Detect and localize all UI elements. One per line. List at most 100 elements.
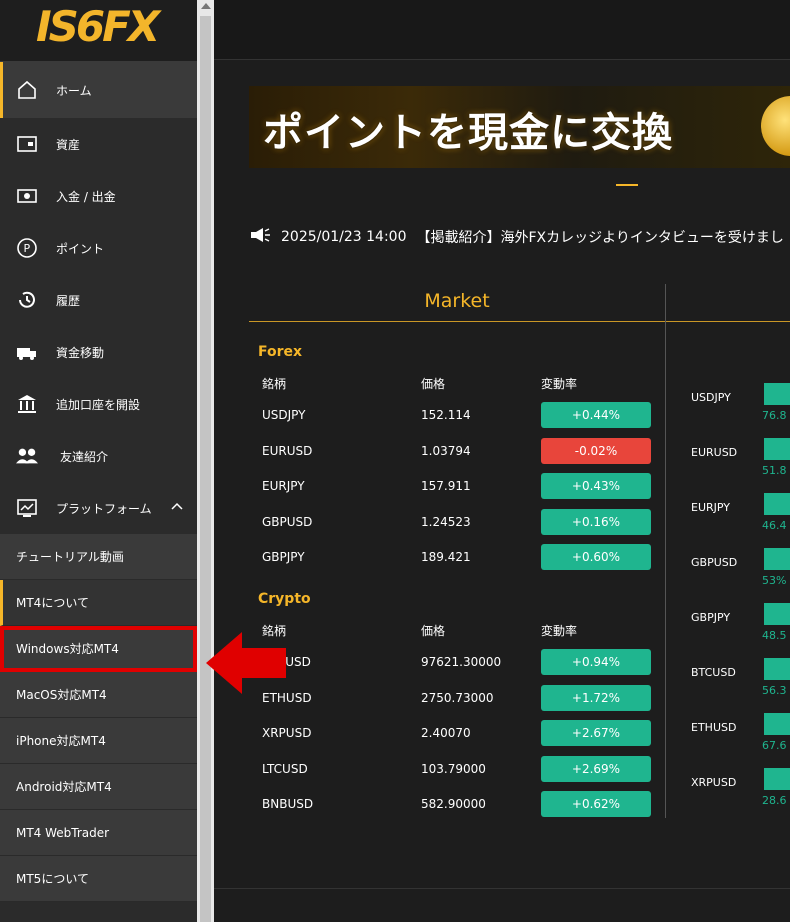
sentiment-bar	[764, 713, 790, 735]
sidebar-item-platform[interactable]: プラットフォーム	[0, 482, 197, 534]
forex-title: Forex	[258, 344, 303, 360]
sentiment-percent: 51.8	[762, 464, 787, 477]
row-symbol: GBPUSD	[262, 514, 313, 529]
sentiment-bar	[764, 548, 790, 570]
sidebar-item-label: 資金移動	[56, 345, 105, 360]
sentiment-symbol: XRPUSD	[691, 776, 737, 789]
news-ticker[interactable]: 2025/01/23 14:00 【掲載紹介】海外FXカレッジよりインタビューを…	[249, 226, 784, 248]
sentiment-symbol: GBPJPY	[691, 611, 731, 624]
banner-slider-indicator[interactable]	[616, 184, 638, 186]
news-text[interactable]: 【掲載紹介】海外FXカレッジよりインタビューを受けまし	[417, 227, 784, 247]
sentiment-percent: 53%	[762, 574, 787, 587]
market-title: Market	[424, 290, 490, 312]
history-icon	[16, 289, 38, 311]
top-bar	[214, 0, 790, 60]
crypto-title: Crypto	[258, 591, 311, 607]
row-price: 1.03794	[421, 443, 471, 458]
sidebar-item-label: ホーム	[56, 83, 92, 98]
sidebar-item-assets[interactable]: 資産	[0, 118, 197, 170]
megaphone-icon	[249, 226, 271, 248]
row-price: 103.79000	[421, 761, 486, 776]
sidebar-subitem-android-mt4[interactable]: Android対応MT4	[0, 764, 197, 810]
row-price: 152.114	[421, 408, 471, 422]
sidebar-item-transfer[interactable]: 資金移動	[0, 326, 197, 378]
friends-icon	[16, 445, 38, 467]
sidebar-subitem-windows-mt4[interactable]: Windows対応MT4	[0, 626, 197, 672]
logo[interactable]: IS6FX	[36, 2, 160, 51]
column-divider	[665, 284, 666, 818]
sidebar-item-open-account[interactable]: 追加口座を開設	[0, 378, 197, 430]
sidebar-item-label: 履歴	[56, 293, 81, 308]
sentiment-bar	[764, 493, 790, 515]
change-badge: +0.16%	[541, 508, 651, 535]
sidebar-subitem-mt4-webtrader[interactable]: MT4 WebTrader	[0, 810, 197, 856]
sentiment-percent: 76.8	[762, 409, 787, 422]
home-icon	[16, 79, 38, 101]
chart-icon	[16, 497, 38, 519]
col-header-price: 価格	[421, 377, 446, 391]
sentiment-bar	[764, 658, 790, 680]
news-date: 2025/01/23 14:00	[281, 229, 407, 245]
sidebar-item-label: 友達紹介	[60, 449, 109, 464]
col-header-change: 変動率	[541, 377, 578, 391]
sidebar-item-deposit-withdraw[interactable]: 入金 / 出金	[0, 170, 197, 222]
row-symbol: GBPJPY	[262, 550, 305, 564]
row-price: 1.24523	[421, 514, 471, 529]
sidebar-subitem-about-mt5[interactable]: MT5について	[0, 856, 197, 902]
scroll-up-arrow-icon[interactable]	[201, 3, 211, 9]
money-icon	[16, 185, 38, 207]
row-price: 157.911	[421, 479, 471, 493]
sidebar-subitem-macos-mt4[interactable]: MacOS対応MT4	[0, 672, 197, 718]
change-badge: +0.44%	[541, 402, 651, 428]
wallet-icon	[16, 133, 38, 155]
row-symbol: BNBUSD	[262, 797, 314, 811]
sentiment-percent: 56.3	[762, 684, 787, 697]
row-price: 582.90000	[421, 797, 486, 811]
sidebar-subitem-tutorial[interactable]: チュートリアル動画	[0, 534, 197, 580]
sidebar-scrollbar[interactable]	[197, 0, 214, 922]
scrollbar-thumb[interactable]	[200, 16, 211, 922]
sentiment-symbol: GBPUSD	[691, 556, 738, 569]
row-symbol: XRPUSD	[262, 726, 312, 740]
red-arrow-annotation	[206, 632, 286, 694]
sidebar-item-label: 入金 / 出金	[56, 189, 116, 204]
change-badge: +2.67%	[541, 720, 651, 746]
row-symbol: EURUSD	[262, 443, 313, 458]
sentiment-symbol: ETHUSD	[691, 721, 737, 734]
sentiment-bar	[764, 603, 790, 625]
sidebar-subitem-iphone-mt4[interactable]: iPhone対応MT4	[0, 718, 197, 764]
sidebar-subitem-about-mt4[interactable]: MT4について	[0, 580, 197, 626]
row-symbol: USDJPY	[262, 408, 306, 422]
sentiment-symbol: USDJPY	[691, 391, 731, 404]
col-header-change: 変動率	[541, 624, 578, 638]
change-badge: +2.69%	[541, 755, 651, 782]
sidebar-item-label: 追加口座を開設	[56, 397, 141, 412]
sidebar-item-points[interactable]: P ポイント	[0, 222, 197, 274]
sidebar-item-label: ポイント	[56, 241, 105, 256]
coin-icon	[761, 96, 790, 156]
bank-icon	[16, 393, 38, 415]
col-header-symbol: 銘柄	[262, 377, 287, 391]
sidebar-item-label: 資産	[56, 137, 81, 152]
change-badge: +0.43%	[541, 473, 651, 499]
row-symbol: LTCUSD	[262, 761, 308, 776]
change-badge: +1.72%	[541, 684, 651, 711]
sentiment-symbol: EURUSD	[691, 446, 738, 459]
main-content: ポイントを現金に交換 2025/01/23 14:00 【掲載紹介】海外FXカレ…	[214, 0, 790, 922]
chevron-up-icon[interactable]	[171, 500, 183, 514]
truck-icon	[16, 341, 38, 363]
sidebar-item-home[interactable]: ホーム	[0, 62, 197, 118]
sidebar-item-referral[interactable]: 友達紹介	[0, 430, 197, 482]
market-divider	[249, 321, 790, 322]
sentiment-symbol: EURJPY	[691, 501, 730, 514]
col-header-price: 価格	[421, 624, 446, 638]
row-price: 189.421	[421, 550, 471, 564]
promo-banner[interactable]: ポイントを現金に交換	[249, 86, 790, 168]
change-badge: +0.94%	[541, 649, 651, 675]
row-price: 2750.73000	[421, 690, 494, 705]
footer-divider	[214, 888, 790, 889]
sentiment-bar	[764, 438, 790, 460]
sidebar-item-history[interactable]: 履歴	[0, 274, 197, 326]
row-symbol: EURJPY	[262, 479, 305, 493]
row-price: 2.40070	[421, 726, 471, 740]
